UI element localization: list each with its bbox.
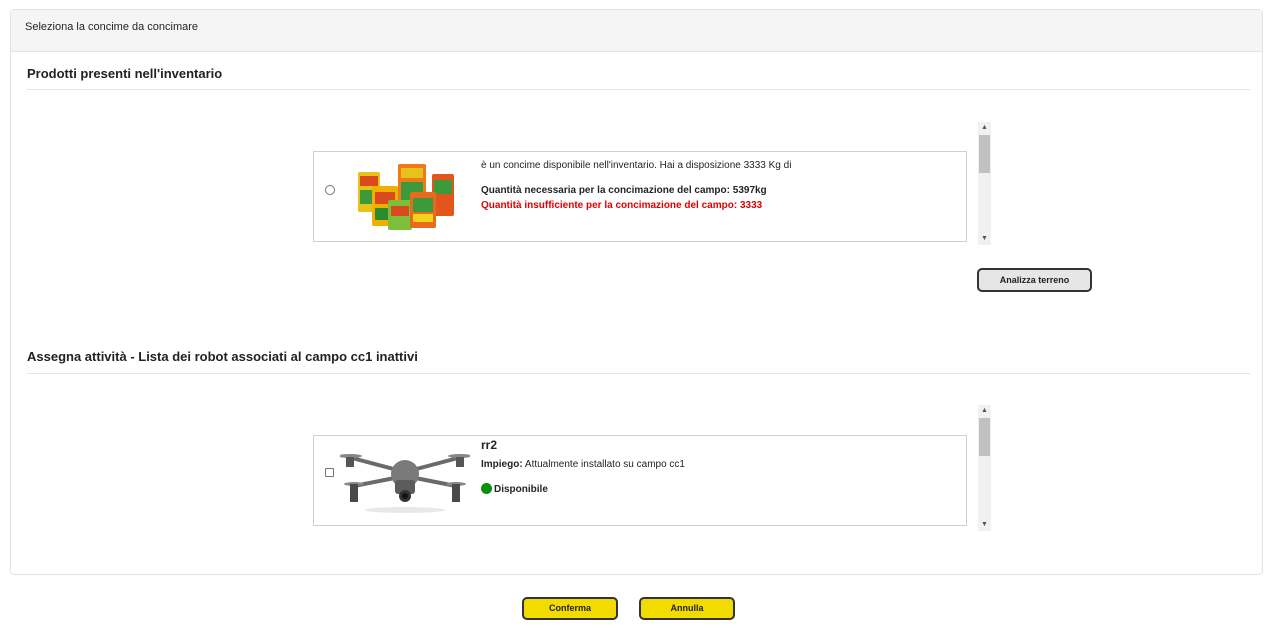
product-description: è un concime disponibile nell'inventario… xyxy=(481,160,792,171)
analyze-soil-button[interactable]: Analizza terreno xyxy=(977,268,1092,292)
robot-list-item[interactable]: rr2 Impiego: Attualmente installato su c… xyxy=(313,435,967,526)
inventory-section-title: Prodotti presenti nell'inventario xyxy=(27,66,223,81)
scroll-up-icon[interactable]: ▲ xyxy=(978,122,991,134)
fertilizer-bags-image xyxy=(358,164,454,230)
product-list-scrollbar[interactable]: ▲ ▼ xyxy=(978,122,991,245)
scroll-up-icon[interactable]: ▲ xyxy=(978,405,991,417)
robot-status: Disponibile xyxy=(481,483,548,495)
divider xyxy=(27,373,1250,374)
robot-list-scrollbar[interactable]: ▲ ▼ xyxy=(978,405,991,531)
scroll-thumb[interactable] xyxy=(979,135,990,173)
insufficient-warning: Quantità insufficiente per la concimazio… xyxy=(481,200,763,211)
usage-label: Impiego: xyxy=(481,459,523,470)
panel-header: Seleziona la concime da concimare xyxy=(11,10,1262,52)
divider xyxy=(27,89,1250,90)
drone-image xyxy=(340,454,470,513)
robots-section-title: Assegna attività - Lista dei robot assoc… xyxy=(27,349,418,364)
scroll-down-icon[interactable]: ▼ xyxy=(978,519,991,531)
required-quantity: Quantità necessaria per la concimazione … xyxy=(481,185,767,196)
status-label: Disponibile xyxy=(494,484,548,495)
robot-name: rr2 xyxy=(481,438,498,452)
product-list-item[interactable]: è un concime disponibile nell'inventario… xyxy=(313,151,967,242)
confirm-button[interactable]: Conferma xyxy=(522,597,618,620)
scroll-down-icon[interactable]: ▼ xyxy=(978,233,991,245)
cancel-button[interactable]: Annulla xyxy=(639,597,735,620)
robot-usage: Impiego: Attualmente installato su campo… xyxy=(481,459,685,470)
robot-checkbox[interactable] xyxy=(325,468,334,477)
usage-value: Attualmente installato su campo cc1 xyxy=(522,459,685,470)
status-dot-icon xyxy=(481,483,492,494)
product-radio[interactable] xyxy=(325,185,335,195)
scroll-thumb[interactable] xyxy=(979,418,990,456)
